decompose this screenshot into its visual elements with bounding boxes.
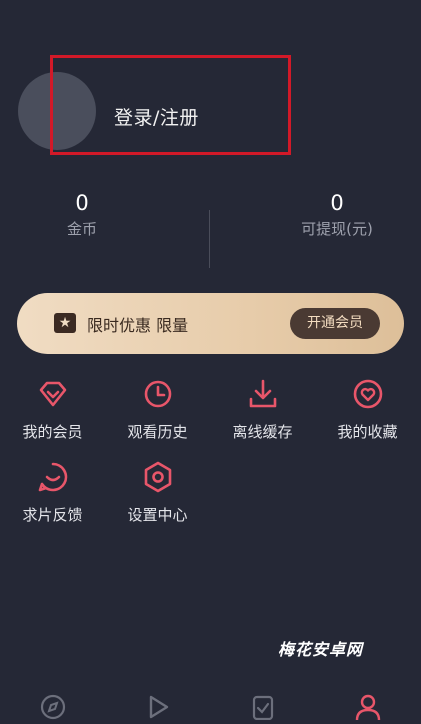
- highlight-box: [50, 55, 291, 155]
- tab-tasks[interactable]: [248, 692, 278, 721]
- user-icon: [355, 694, 381, 721]
- menu-item-favorites[interactable]: 我的收藏: [315, 377, 420, 442]
- diamond-icon: [39, 381, 66, 407]
- watermark: 梅花安卓网: [278, 640, 364, 659]
- menu-label: 离线缓存: [232, 423, 293, 441]
- menu-label: 我的会员: [22, 423, 83, 441]
- menu-item-membership[interactable]: 我的会员: [0, 377, 105, 442]
- check-icon: [252, 695, 274, 721]
- tab-video[interactable]: [143, 692, 173, 720]
- tab-discover[interactable]: [38, 692, 68, 720]
- menu-label: 求片反馈: [22, 506, 83, 524]
- settings-icon: [144, 461, 171, 493]
- menu-item-history[interactable]: 观看历史: [105, 377, 210, 442]
- stats-divider: [209, 210, 210, 268]
- menu-label: 设置中心: [127, 506, 188, 524]
- coins-stat[interactable]: 0 金币: [12, 190, 152, 239]
- open-vip-button[interactable]: 开通会员: [290, 308, 380, 339]
- play-icon: [149, 695, 169, 719]
- clock-icon: [144, 380, 171, 408]
- menu-item-feedback[interactable]: 求片反馈: [0, 460, 105, 525]
- compass-icon: [40, 694, 66, 720]
- withdraw-stat[interactable]: 0 可提现(元): [267, 190, 407, 239]
- menu-item-settings[interactable]: 设置中心: [105, 460, 210, 525]
- vip-banner[interactable]: ★ 限时优惠 限量 开通会员: [17, 293, 404, 354]
- menu-label: 我的收藏: [337, 423, 398, 441]
- star-icon: ★: [54, 313, 76, 333]
- heart-icon: [353, 379, 382, 409]
- menu-item-offline-cache[interactable]: 离线缓存: [210, 377, 315, 442]
- feedback-icon: [38, 462, 67, 492]
- download-icon: [249, 379, 276, 408]
- withdraw-value: 0: [330, 191, 344, 215]
- vip-promo-text: 限时优惠 限量: [87, 316, 189, 335]
- coins-value: 0: [75, 191, 89, 215]
- menu-label: 观看历史: [127, 423, 188, 441]
- tab-profile[interactable]: [353, 692, 383, 721]
- withdraw-label: 可提现(元): [301, 220, 373, 238]
- coins-label: 金币: [66, 220, 97, 238]
